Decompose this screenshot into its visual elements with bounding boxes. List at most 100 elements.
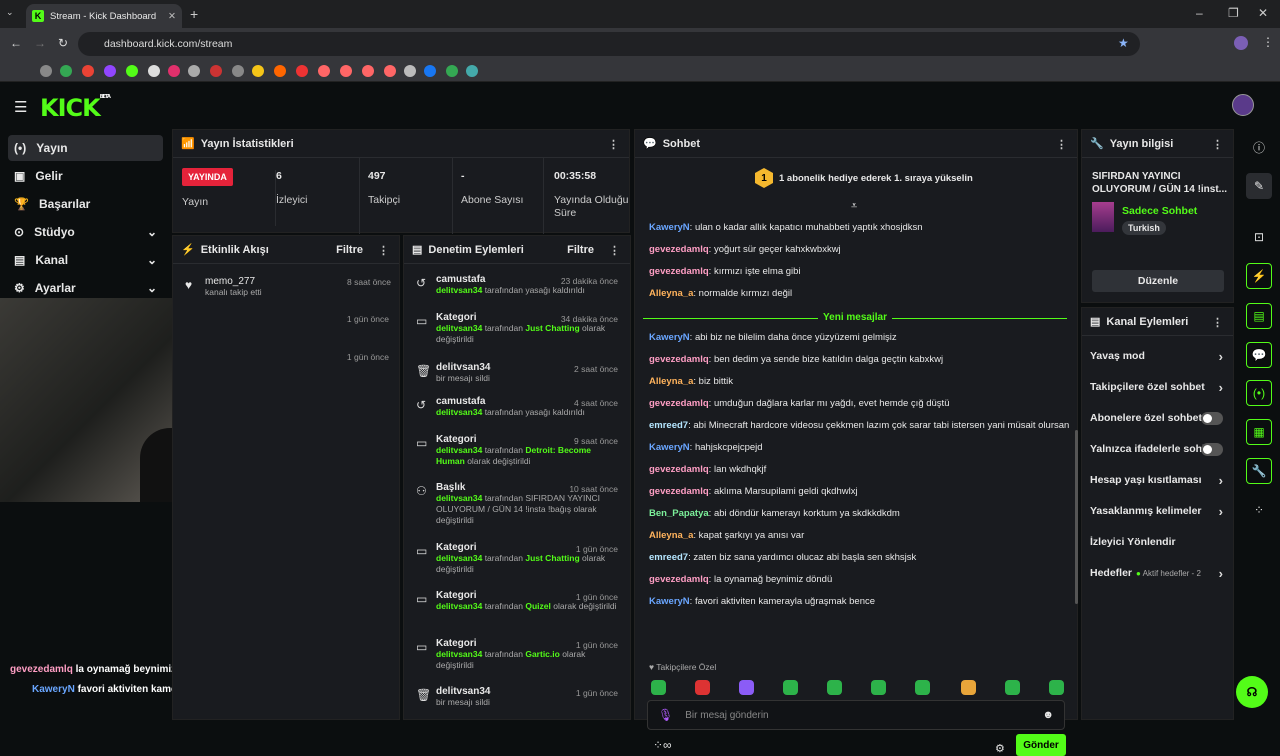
bookmark-icon[interactable] bbox=[362, 65, 374, 77]
chat-username[interactable]: gevezedamlq bbox=[649, 266, 709, 277]
bookmark-icon[interactable] bbox=[384, 65, 396, 77]
nav-item-studyo[interactable]: ⊙ Stüdyo ⌄ bbox=[8, 219, 163, 245]
minimize-icon[interactable]: – bbox=[1196, 6, 1203, 20]
bookmark-icon[interactable] bbox=[40, 65, 52, 77]
support-chat-icon[interactable]: ☊ bbox=[1236, 676, 1268, 708]
channel-action-item[interactable]: İzleyici Yönlendir bbox=[1090, 534, 1225, 550]
more-options-icon[interactable]: ⋮ bbox=[1212, 138, 1223, 151]
bookmark-icon[interactable] bbox=[318, 65, 330, 77]
more-options-icon[interactable]: ⋮ bbox=[608, 138, 619, 151]
bookmark-icon[interactable] bbox=[252, 65, 264, 77]
chat-username[interactable]: gevezedamlq bbox=[649, 574, 709, 585]
chat-username[interactable]: KaweryN bbox=[649, 596, 690, 607]
send-button[interactable]: Gönder bbox=[1016, 734, 1066, 756]
emote-icon[interactable] bbox=[915, 680, 930, 695]
moderation-icon[interactable]: ▦ bbox=[1246, 419, 1272, 445]
emote-icon[interactable] bbox=[871, 680, 886, 695]
restore-icon[interactable]: ❐ bbox=[1228, 6, 1239, 20]
channel-action-item[interactable]: Yalnızca ifadelerle sohbet bbox=[1090, 441, 1225, 457]
chat-username[interactable]: KaweryN bbox=[649, 222, 690, 233]
profile-avatar[interactable] bbox=[1234, 36, 1248, 50]
apps-icon[interactable]: ⁘ bbox=[1246, 497, 1272, 523]
bookmark-icon[interactable] bbox=[296, 65, 308, 77]
broadcast-icon[interactable]: (•) bbox=[1246, 380, 1272, 406]
more-options-icon[interactable]: ⋮ bbox=[609, 244, 620, 257]
bookmark-icon[interactable] bbox=[210, 65, 222, 77]
emote-icon[interactable] bbox=[739, 680, 754, 695]
chat-username[interactable]: gevezedamlq bbox=[649, 244, 709, 255]
emote-icon[interactable] bbox=[651, 680, 666, 695]
emoji-icon[interactable]: ☻ bbox=[1042, 709, 1054, 721]
bookmark-icon[interactable] bbox=[424, 65, 436, 77]
bookmark-icon[interactable] bbox=[82, 65, 94, 77]
close-tab-icon[interactable]: ✕ bbox=[168, 11, 176, 22]
chat-username[interactable]: gevezedamlq bbox=[649, 398, 709, 409]
bookmark-icon[interactable] bbox=[148, 65, 160, 77]
filter-button[interactable]: Filtre bbox=[336, 244, 363, 256]
wrench-icon[interactable]: 🔧 bbox=[1246, 458, 1272, 484]
url-field[interactable]: dashboard.kick.com/stream bbox=[78, 32, 1140, 56]
new-tab-button[interactable]: + bbox=[190, 6, 198, 22]
bookmark-icon[interactable] bbox=[168, 65, 180, 77]
nav-item-basarilar[interactable]: 🏆 Başarılar bbox=[8, 191, 163, 217]
user-avatar[interactable] bbox=[1232, 94, 1254, 116]
back-icon[interactable]: ← bbox=[10, 36, 22, 50]
info-icon[interactable]: ⓘ bbox=[1246, 134, 1272, 160]
screen-icon[interactable]: ⊡ bbox=[1246, 224, 1272, 250]
channel-action-item[interactable]: Yasaklanmış kelimeler › bbox=[1090, 503, 1225, 519]
channel-action-item[interactable]: Hesap yaşı kısıtlaması › bbox=[1090, 472, 1225, 488]
chat-username[interactable]: gevezedamlq bbox=[649, 486, 709, 497]
bookmark-icon[interactable] bbox=[126, 65, 138, 77]
bookmark-star-icon[interactable]: ★ bbox=[1118, 36, 1129, 50]
emote-icon[interactable] bbox=[961, 680, 976, 695]
chat-settings-icon[interactable]: ⚙ bbox=[995, 742, 1005, 755]
tab-search-button[interactable]: ⌄ bbox=[6, 7, 20, 21]
channel-action-item[interactable]: Takipçilere özel sohbet › bbox=[1090, 379, 1225, 395]
chat-username[interactable]: emreed7 bbox=[649, 552, 688, 563]
chat-scrollbar[interactable] bbox=[1075, 430, 1078, 604]
kick-logo[interactable]: KICKBETA bbox=[40, 94, 111, 122]
browser-menu-icon[interactable]: ⋮ bbox=[1262, 35, 1274, 49]
filter-button[interactable]: Filtre bbox=[567, 244, 594, 256]
channel-action-item[interactable]: Yavaş mod › bbox=[1090, 348, 1225, 364]
toggle-switch[interactable] bbox=[1201, 411, 1223, 425]
browser-tab[interactable]: K Stream - Kick Dashboard ✕ bbox=[26, 4, 182, 28]
bookmark-icon[interactable] bbox=[466, 65, 478, 77]
chat-username[interactable]: emreed7 bbox=[649, 420, 688, 431]
close-window-icon[interactable]: ✕ bbox=[1258, 6, 1268, 20]
channel-action-item[interactable]: Abonelere özel sohbet bbox=[1090, 410, 1225, 426]
channel-action-item[interactable]: Hedefler ● Aktif hedefler - 2 › bbox=[1090, 565, 1225, 581]
bookmark-icon[interactable] bbox=[232, 65, 244, 77]
nav-item-kanal[interactable]: ▤ Kanal ⌄ bbox=[8, 247, 163, 273]
emote-icon[interactable] bbox=[695, 680, 710, 695]
chat-username[interactable]: Ben_Papatya bbox=[649, 508, 709, 519]
chat-username[interactable]: gevezedamlq bbox=[649, 464, 709, 475]
bookmark-icon[interactable] bbox=[340, 65, 352, 77]
nav-item-yayin[interactable]: (•) Yayın bbox=[8, 135, 163, 161]
more-options-icon[interactable]: ⋮ bbox=[1056, 138, 1067, 151]
emote-icon[interactable] bbox=[827, 680, 842, 695]
chat-username[interactable]: KaweryN bbox=[649, 442, 690, 453]
more-options-icon[interactable]: ⋮ bbox=[378, 244, 389, 257]
chat-username[interactable]: KaweryN bbox=[649, 332, 690, 343]
emote-icon[interactable] bbox=[1005, 680, 1020, 695]
edit-button[interactable]: Düzenle bbox=[1092, 270, 1224, 292]
bookmark-icon[interactable] bbox=[404, 65, 416, 77]
chat-username[interactable]: Alleyna_a bbox=[649, 530, 693, 541]
bookmark-icon[interactable] bbox=[274, 65, 286, 77]
bookmark-icon[interactable] bbox=[188, 65, 200, 77]
chat-bubble-icon[interactable]: 💬 bbox=[1246, 342, 1272, 368]
chat-tools-icon[interactable]: ⁘∞ bbox=[653, 738, 672, 752]
more-options-icon[interactable]: ⋮ bbox=[1212, 316, 1223, 329]
reload-icon[interactable]: ↻ bbox=[58, 36, 68, 50]
nav-item-gelir[interactable]: ▣ Gelir bbox=[8, 163, 163, 189]
edit-icon[interactable]: ✎ bbox=[1246, 173, 1272, 199]
chat-username[interactable]: gevezedamlq bbox=[649, 354, 709, 365]
hamburger-menu-icon[interactable]: ☰ bbox=[14, 98, 27, 116]
gift-banner[interactable]: 1 1 abonelik hediye ederek 1. sıraya yük… bbox=[755, 168, 973, 188]
emote-icon[interactable] bbox=[1049, 680, 1064, 695]
chat-username[interactable]: Alleyna_a bbox=[649, 288, 693, 299]
forward-icon[interactable]: → bbox=[34, 36, 46, 50]
lightning-icon[interactable]: ⚡ bbox=[1246, 263, 1272, 289]
bookmark-icon[interactable] bbox=[60, 65, 72, 77]
